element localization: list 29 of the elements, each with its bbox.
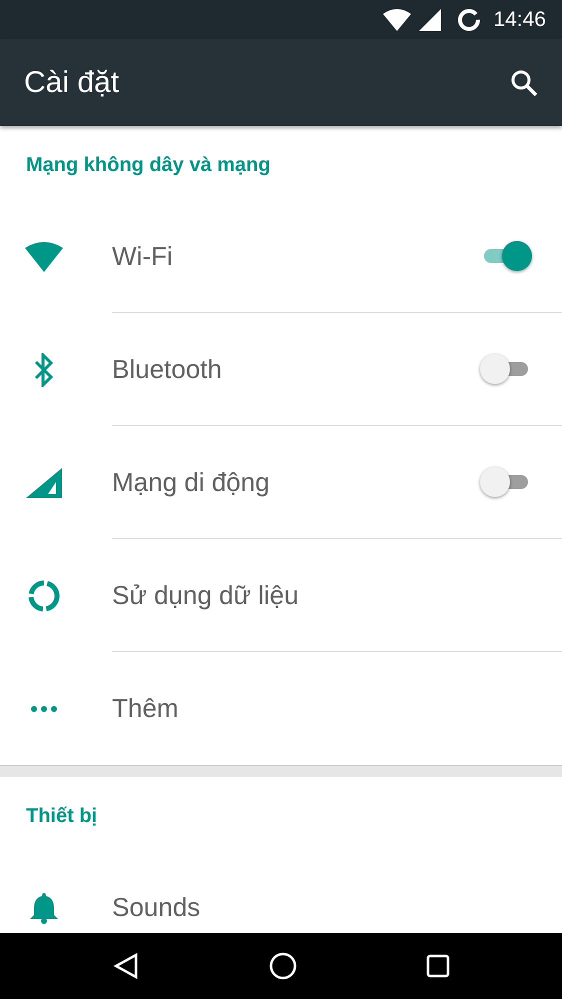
settings-row[interactable]: Mạng di động	[0, 426, 562, 539]
more-icon	[31, 706, 57, 712]
item-label: Sounds	[112, 891, 202, 924]
wifi-icon	[25, 242, 63, 272]
search-icon[interactable]	[510, 68, 538, 96]
settings-row[interactable]: Sounds	[0, 851, 562, 933]
item-label: Thêm	[112, 692, 180, 725]
data-usage-icon	[27, 578, 61, 612]
signal-icon	[419, 8, 442, 30]
clock-time: 14:46	[493, 6, 546, 33]
settings-row[interactable]: Thêm	[0, 652, 562, 765]
bell-icon	[29, 892, 59, 924]
recents-icon[interactable]	[426, 954, 450, 978]
home-icon[interactable]	[268, 952, 297, 980]
item-label: Wi-Fi	[112, 240, 174, 272]
bluetooth-icon	[33, 352, 55, 386]
item-label: Sử dụng dữ liệu	[112, 578, 300, 612]
section-header: Mạng không dây và mạng	[25, 153, 272, 178]
item-label: Bluetooth	[112, 352, 223, 386]
wifi-icon	[383, 8, 412, 30]
settings-row[interactable]: Sử dụng dữ liệu	[0, 539, 562, 652]
settings-row[interactable]: Wi-Fi	[0, 200, 562, 313]
back-icon[interactable]	[112, 952, 140, 980]
item-label: Mạng di động	[112, 466, 271, 498]
signal-icon	[26, 468, 62, 498]
sync-icon	[457, 8, 482, 32]
settings-row[interactable]: Bluetooth	[0, 313, 562, 426]
section-header: Thiết bị	[25, 804, 98, 829]
app-bar-title: Cài đặt	[24, 64, 120, 100]
